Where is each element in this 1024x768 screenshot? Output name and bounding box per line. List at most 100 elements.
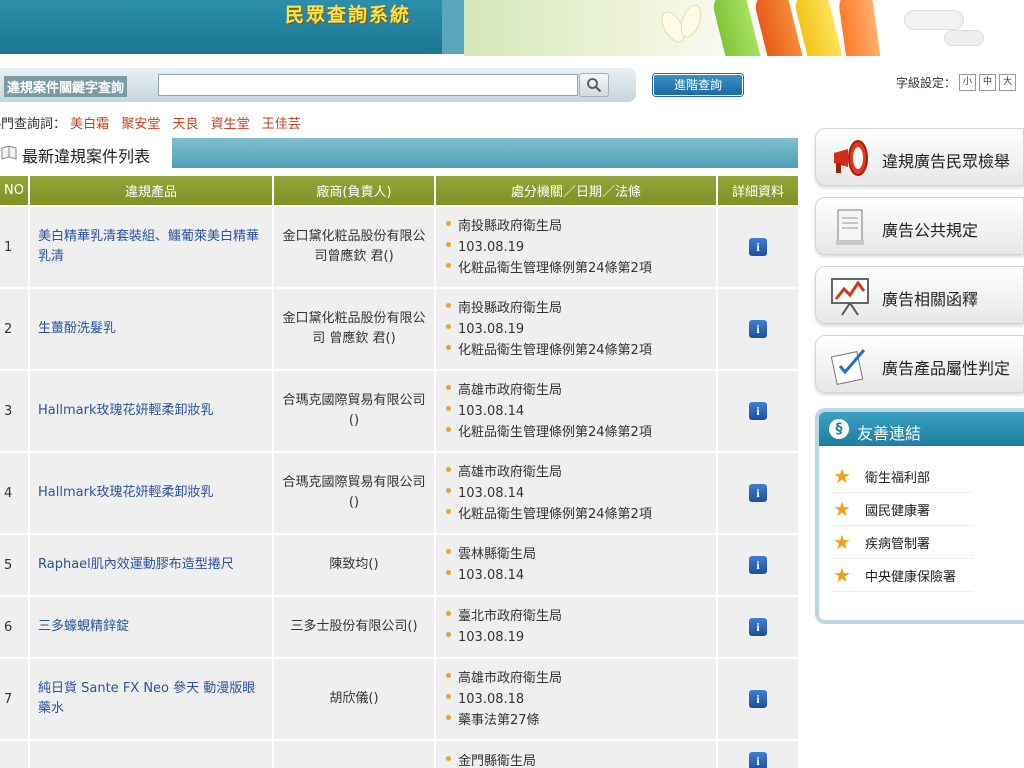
row-number: 2 [0,289,28,369]
info-icon[interactable]: i [749,618,767,636]
penalty-date: 103.08.19 [444,319,708,340]
table-row: 5 Raphael肌內效運動膠布造型捲尺 陳致均() 雲林縣衛生局 103.08.14 i [0,535,798,595]
ad-attribute-label: 廣告產品屬性判定 [882,359,1011,378]
keyword-link[interactable]: 天良 [172,117,198,132]
header-banner: 民眾查詢系統 [0,0,1024,56]
column-detail: 詳細資料 [718,176,798,205]
authority-cell: 高雄市政府衛生局 103.08.14 化粧品衛生管理條例第24條第2項 [436,453,716,533]
product-link[interactable]: Raphael肌內效運動膠布造型捲尺 [38,557,234,572]
info-icon[interactable]: i [749,238,767,256]
font-size-label: 字級設定： [896,76,957,90]
info-icon[interactable]: i [749,752,767,768]
info-icon[interactable]: i [749,484,767,502]
keyword-link[interactable]: 美白霜 [70,117,109,132]
product-link[interactable]: 美白精華乳清套裝組、鱷葡萊美白精華乳清 [38,229,259,264]
info-icon[interactable]: i [749,402,767,420]
firm-cell: 合瑪克國際貿易有限公司() [274,453,434,533]
detail-cell: i [718,741,798,768]
firm-cell: 金口黛化粧品股份有限公司曾應欽 君() [274,207,434,287]
authority-cell: 高雄市政府衛生局 103.08.18 藥事法第27條 [436,659,716,739]
row-number: 4 [0,453,28,533]
penalty-date: 103.08.14 [444,565,708,586]
hot-keywords-label: 熱門查詢詞： [0,117,67,132]
ad-attribute-link[interactable]: 廣告產品屬性判定 [815,335,1024,393]
keyword-link[interactable]: 資生堂 [211,117,250,132]
firm-cell: 合瑪克國際貿易有限公司() [274,371,434,451]
detail-cell: i [718,535,798,595]
case-list-tab: 最新違規案件列表 [0,138,798,170]
case-table: NO 違規產品 廠商(負責人) 處分機關／日期／法條 詳細資料 1 美白精華乳清套… [0,174,800,768]
table-row: 金門縣衛生局 i [0,741,798,768]
column-product: 違規產品 [30,176,272,205]
search-button[interactable] [579,73,609,97]
info-icon[interactable]: i [749,320,767,338]
authority-name: 臺北市政府衛生局 [444,606,708,627]
product-link[interactable]: 生薑酚洗髮乳 [38,321,116,336]
flower-icon [676,1,706,41]
penalty-date: 103.08.14 [444,401,708,422]
detail-cell: i [718,597,798,657]
product-cell: 生薑酚洗髮乳 [30,289,272,369]
product-link[interactable]: 純日貨 Sante FX Neo 參天 動漫版眼藥水 [38,681,255,716]
friendly-link-label: 中央健康保險署 [865,569,957,585]
detail-cell: i [718,289,798,369]
authority-name: 高雄市政府衛生局 [444,668,708,689]
column-firm: 廠商(負責人) [274,176,434,205]
table-header-row: NO 違規產品 廠商(負責人) 處分機關／日期／法條 詳細資料 [0,176,798,205]
friendly-link[interactable]: ★ 中央健康保險署 [833,559,973,592]
detail-cell: i [718,453,798,533]
authority-cell: 南投縣政府衛生局 103.08.19 化粧品衛生管理條例第24條第2項 [436,207,716,287]
link-icon: § [829,419,849,439]
friendly-link[interactable]: ★ 國民健康署 [833,493,973,526]
authority-name: 高雄市政府衛生局 [444,380,708,401]
regulation-clause: 化粧品衛生管理條例第24條第2項 [444,504,708,525]
friendly-link[interactable]: ★ 衛生福利部 [833,460,973,493]
authority-cell: 雲林縣衛生局 103.08.14 [436,535,716,595]
row-number: 3 [0,371,28,451]
case-list-title: 最新違規案件列表 [22,147,151,166]
hot-keywords: 熱門查詢詞： 美白霜 聚安堂 天良 資生堂 王佳芸 [0,113,309,132]
megaphone-icon [834,140,868,176]
penalty-date: 103.08.19 [444,237,708,258]
table-row: 6 三多蠔蜆精鋅錠 三多士股份有限公司() 臺北市政府衛生局 103.08.19 i [0,597,798,657]
advanced-search-button[interactable]: 進階查詢 [653,74,743,96]
column-authority: 處分機關／日期／法條 [436,176,716,205]
test-tube-icon [837,0,885,56]
authority-name: 高雄市政府衛生局 [444,462,708,483]
ad-interpretation-link[interactable]: 廣告相關函釋 [815,266,1024,324]
friendly-link[interactable]: ★ 疾病管制署 [833,526,973,559]
font-size-small-button[interactable]: 小 [959,74,977,91]
keyword-link[interactable]: 王佳芸 [262,117,301,132]
font-size-large-button[interactable]: 大 [999,74,1017,91]
regulation-clause: 化粧品衛生管理條例第24條第2項 [444,258,708,279]
report-ad-link[interactable]: 違規廣告民眾檢舉 [815,128,1024,186]
penalty-date: 103.08.14 [444,483,708,504]
product-link[interactable]: Hallmark玫瑰花妍輕柔卸妝乳 [38,485,213,500]
banner-photo [464,0,1024,56]
font-size-medium-button[interactable]: 中 [979,74,997,91]
product-cell: 純日貨 Sante FX Neo 參天 動漫版眼藥水 [30,659,272,739]
row-number [0,741,28,768]
star-icon: ★ [833,563,851,587]
report-ad-label: 違規廣告民眾檢舉 [882,152,1011,171]
ad-interpretation-label: 廣告相關函釋 [882,290,979,309]
friendly-links-list: ★ 衛生福利部 ★ 國民健康署 ★ 疾病管制署 ★ 中央健康保險署 [833,460,973,592]
product-link[interactable]: Hallmark玫瑰花妍輕柔卸妝乳 [38,403,213,418]
detail-cell: i [718,371,798,451]
ad-rules-link[interactable]: 廣告公共規定 [815,197,1024,255]
info-icon[interactable]: i [749,556,767,574]
detail-cell: i [718,659,798,739]
keyword-link[interactable]: 聚安堂 [121,117,160,132]
checklist-icon [830,349,866,385]
product-link[interactable]: 三多蠔蜆精鋅錠 [38,619,129,634]
row-number: 1 [0,207,28,287]
column-no: NO [0,176,28,205]
authority-name: 雲林縣衛生局 [444,544,708,565]
table-row: 1 美白精華乳清套裝組、鱷葡萊美白精華乳清 金口黛化粧品股份有限公司曾應欽 君() 南… [0,207,798,287]
firm-cell [274,741,434,768]
product-cell: 三多蠔蜆精鋅錠 [30,597,272,657]
search-input[interactable] [158,74,578,96]
info-icon[interactable]: i [749,690,767,708]
authority-cell: 高雄市政府衛生局 103.08.14 化粧品衛生管理條例第24條第2項 [436,371,716,451]
tab-case-list: 最新違規案件列表 [0,138,172,170]
